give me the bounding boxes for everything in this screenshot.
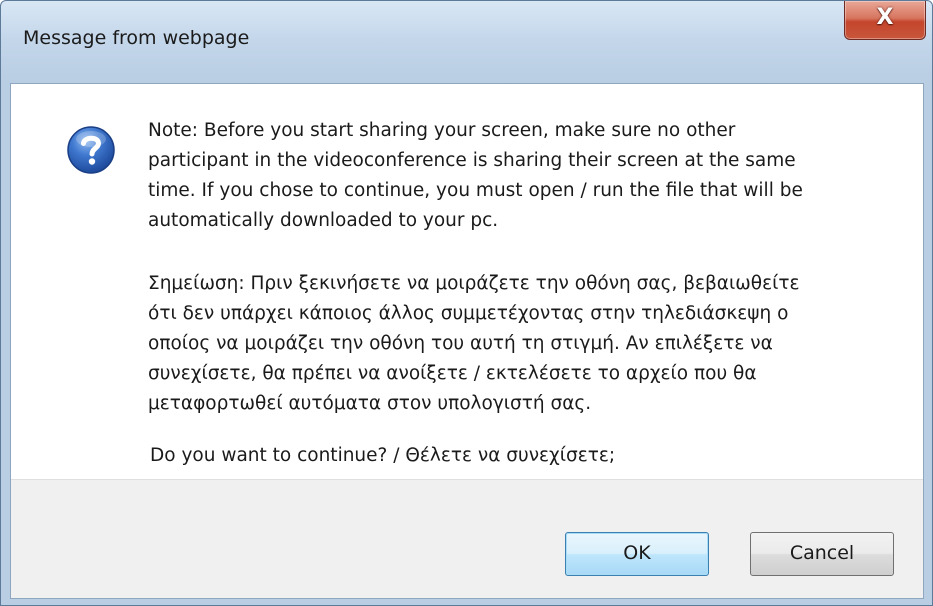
button-bar: OK Cancel	[11, 479, 923, 598]
note-en-line-2: participant in the videoconference is sh…	[148, 150, 796, 171]
note-gr-line-3: οποίος να μοιράζει την οθόνη του αυτή τη…	[148, 333, 773, 354]
close-button[interactable]: X	[844, 1, 926, 40]
note-gr-line-2: ότι δεν υπάρχει κάποιος άλλος συμμετέχον…	[148, 303, 789, 324]
ok-button[interactable]: OK	[565, 532, 709, 576]
dialog-body: Note: Before you start sharing your scre…	[10, 83, 924, 599]
note-en-line-4: automatically downloaded to your pc.	[148, 210, 499, 231]
close-icon: X	[876, 5, 894, 30]
dialog-window: Message from webpage X Note: Before you …	[0, 0, 933, 606]
question-icon	[67, 126, 115, 174]
note-gr-line-1: Σημείωση: Πριν ξεκινήσετε να μοιράζετε τ…	[148, 273, 800, 294]
title-bar[interactable]: Message from webpage X	[1, 1, 932, 85]
note-en-line-1: Note: Before you start sharing your scre…	[148, 120, 736, 141]
message-text: Note: Before you start sharing your scre…	[148, 116, 888, 471]
note-gr-line-4: συνεχίσετε, θα πρέπει να ανοίξετε / εκτε…	[148, 363, 757, 384]
note-en-line-3: time. If you chose to continue, you must…	[148, 180, 803, 201]
cancel-button[interactable]: Cancel	[750, 532, 894, 576]
note-gr-line-5: μεταφορτωθεί αυτόματα στον υπολογιστή σα…	[148, 393, 592, 414]
question-text: Do you want to continue? / Θέλετε να συν…	[150, 445, 616, 466]
window-title: Message from webpage	[23, 27, 250, 49]
